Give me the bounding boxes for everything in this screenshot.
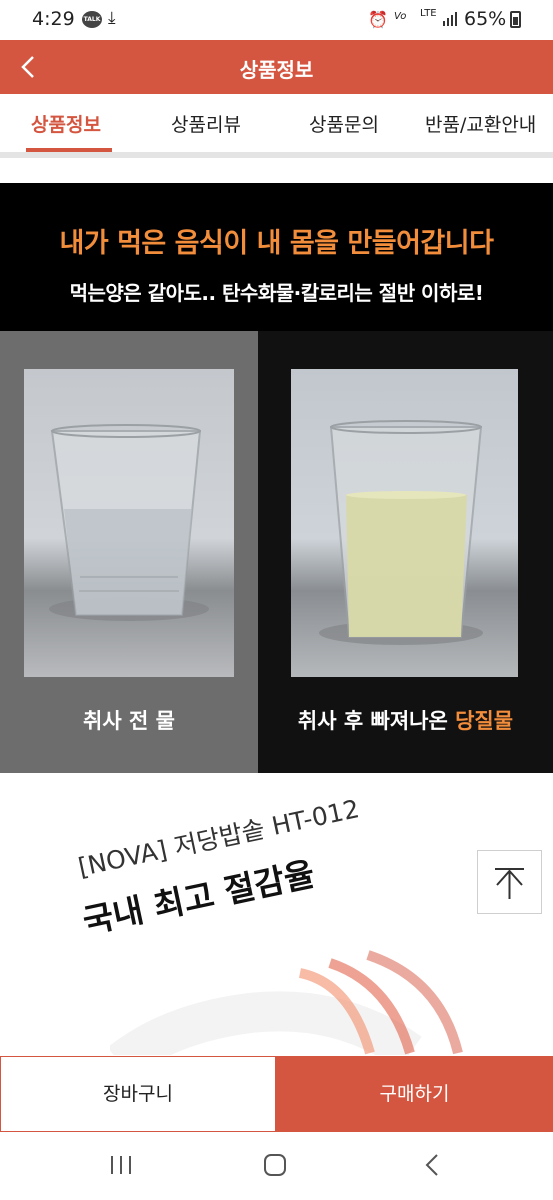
home-icon[interactable] bbox=[262, 1152, 288, 1178]
before-caption: 취사 전 물 bbox=[83, 709, 175, 733]
tab-product-inquiry[interactable]: 상품문의 bbox=[309, 110, 379, 137]
download-icon: ⤓ bbox=[108, 8, 116, 28]
tab-return-exchange[interactable]: 반품/교환안내 bbox=[425, 110, 536, 137]
system-nav-bar bbox=[0, 1132, 553, 1200]
battery-icon bbox=[510, 11, 521, 28]
battery-percent: 65% bbox=[464, 8, 507, 30]
tab-bar: 상품정보 상품리뷰 상품문의 반품/교환안내 bbox=[0, 94, 553, 152]
after-panel: 취사 후 빠져나온 당질물 bbox=[258, 331, 553, 773]
buy-now-button[interactable]: 구매하기 bbox=[276, 1056, 553, 1132]
tab-product-reviews[interactable]: 상품리뷰 bbox=[171, 110, 241, 137]
scroll-to-top-button[interactable] bbox=[477, 850, 542, 914]
starch-water-cup-photo bbox=[291, 369, 518, 677]
banner-headline: 내가 먹은 음식이 내 몸을 만들어갑니다 bbox=[59, 228, 494, 259]
status-bar: 4:29 TALK ⤓ ⏰ Vo LTE 65% bbox=[0, 0, 553, 40]
after-caption-text: 취사 후 빠져나온 bbox=[297, 709, 456, 733]
app-header: 상품정보 bbox=[0, 40, 553, 94]
before-panel: 취사 전 물 bbox=[0, 331, 258, 773]
clear-water-cup-photo bbox=[24, 369, 234, 677]
volte-icon: Vo bbox=[394, 11, 407, 22]
bottom-action-bar: 장바구니 구매하기 bbox=[0, 1056, 553, 1132]
kakaotalk-icon: TALK bbox=[82, 11, 102, 28]
signal-icon bbox=[443, 12, 457, 26]
product-banner: 내가 먹은 음식이 내 몸을 만들어갑니다 먹는양은 같아도.. 탄수화물·칼로… bbox=[0, 183, 553, 773]
arrow-up-to-top-icon bbox=[495, 868, 524, 899]
divider bbox=[0, 152, 553, 158]
clock: 4:29 bbox=[32, 8, 75, 30]
tab-product-info[interactable]: 상품정보 bbox=[31, 110, 101, 137]
add-to-cart-button[interactable]: 장바구니 bbox=[0, 1056, 276, 1132]
page-title: 상품정보 bbox=[239, 58, 314, 82]
decorative-swoosh bbox=[110, 950, 463, 1055]
banner-subline: 먹는양은 같아도.. 탄수화물·칼로리는 절반 이하로! bbox=[69, 281, 484, 305]
after-caption: 취사 후 빠져나온 당질물 bbox=[258, 705, 553, 735]
promo-section: [NOVA] 저당밥솥 HT-012 국내 최고 절감율 bbox=[0, 773, 553, 1055]
alarm-icon: ⏰ bbox=[368, 10, 388, 29]
back-icon[interactable] bbox=[420, 1152, 446, 1178]
lte-icon: LTE bbox=[420, 8, 437, 19]
after-caption-highlight: 당질물 bbox=[455, 709, 514, 733]
recents-icon[interactable] bbox=[108, 1152, 134, 1178]
